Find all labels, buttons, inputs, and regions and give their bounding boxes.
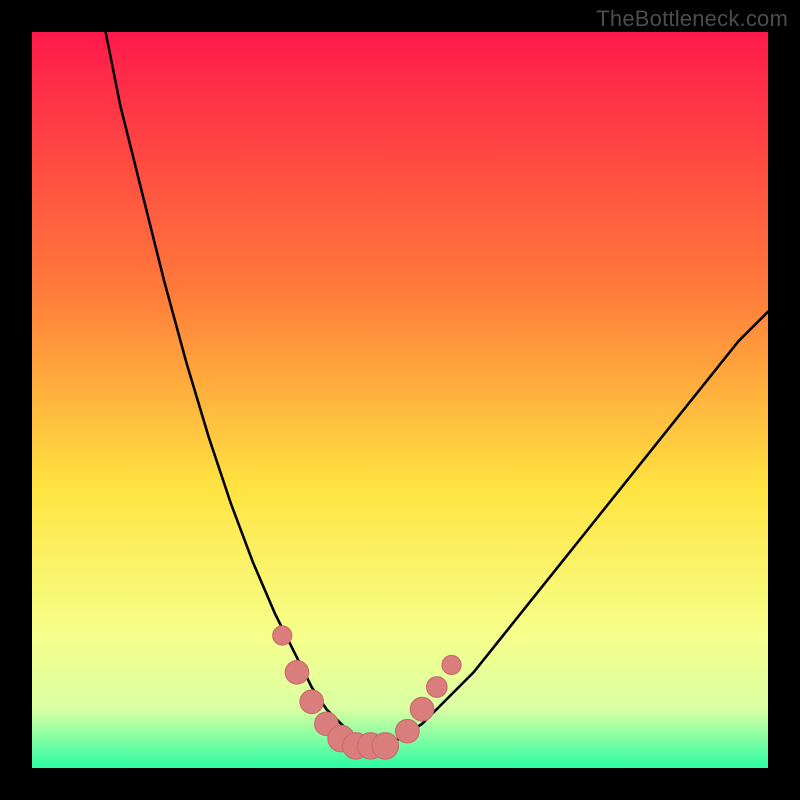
plot-area [32, 32, 768, 768]
curve-marker [300, 690, 324, 714]
curve-marker [410, 697, 434, 721]
gradient-background [32, 32, 768, 768]
curve-marker [372, 733, 398, 759]
watermark-text: TheBottleneck.com [596, 6, 788, 32]
chart-frame: TheBottleneck.com [0, 0, 800, 800]
curve-marker [273, 626, 292, 645]
bottleneck-chart [32, 32, 768, 768]
curve-marker [285, 661, 309, 685]
curve-marker [396, 719, 420, 743]
curve-marker [426, 677, 447, 698]
curve-marker [442, 655, 461, 674]
